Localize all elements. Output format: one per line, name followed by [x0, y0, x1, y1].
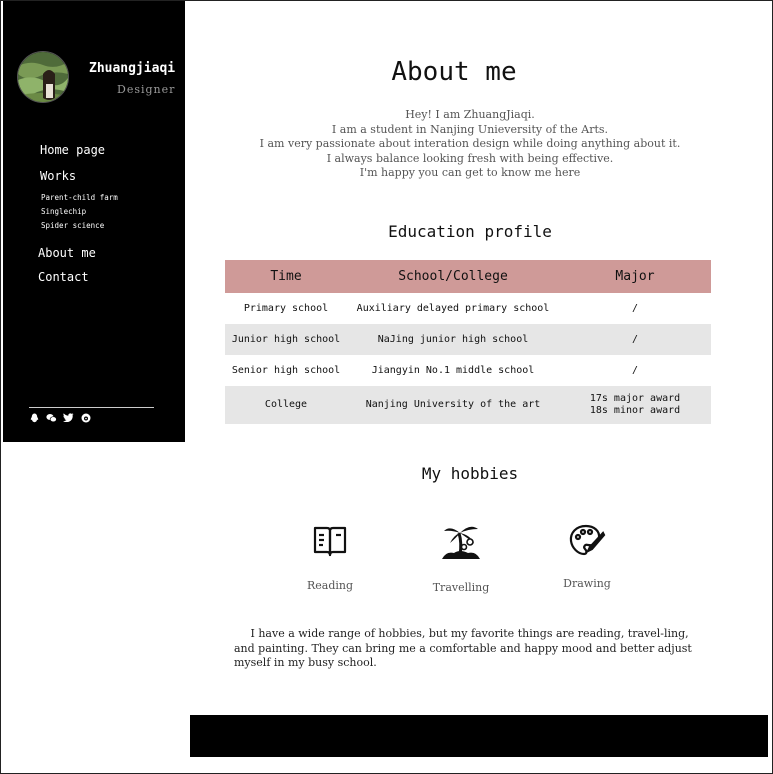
social-links [29, 412, 91, 423]
table-row: Junior high school NaJing junior high sc… [225, 324, 711, 355]
table-cell: Senior high school [231, 364, 341, 376]
header-time: Time [225, 260, 347, 293]
table-cell: Jiangyin No.1 middle school [371, 364, 535, 376]
table-header-row: Time School/College Major [225, 260, 711, 293]
table-cell: NaJing junior high school [347, 324, 559, 355]
table-cell: College [225, 386, 347, 424]
hobby-travelling: Travelling [411, 521, 511, 594]
hobbies-title: My hobbies [421, 464, 519, 483]
nav-works-item[interactable]: Parent-child farm [41, 193, 118, 202]
weibo-icon[interactable] [80, 412, 91, 423]
award-line: 18s minor award [589, 405, 681, 416]
nav-about-me[interactable]: About me [38, 246, 96, 260]
book-icon [280, 523, 380, 563]
table-cell: Junior high school [225, 324, 347, 355]
table-cell: Primary school [243, 302, 329, 314]
hobby-label: Reading [306, 579, 354, 592]
hobby-reading: Reading [280, 523, 380, 592]
hobby-drawing: Drawing [537, 523, 637, 590]
intro-line: I'm happy you can get to know me here [359, 166, 581, 179]
hobbies-description: I have a wide range of hobbies, but my f… [234, 627, 692, 669]
intro-line: I am a student in Nanjing Unieversity of… [331, 122, 609, 136]
twitter-icon[interactable] [63, 412, 74, 423]
table-cell: / [631, 364, 639, 376]
award-line: 17s major award [589, 393, 681, 404]
education-title: Education profile [388, 222, 552, 241]
nav-contact[interactable]: Contact [38, 270, 89, 284]
intro-line: Hey! I am ZhuangJiaqi. [405, 108, 535, 121]
hobby-label: Travelling [432, 581, 490, 594]
table-row: Primary school Auxiliary delayed primary… [225, 293, 711, 324]
header-major: Major [559, 260, 711, 293]
page-title: About me [0, 57, 773, 87]
sidebar-divider [29, 407, 154, 408]
nav-works[interactable]: Works [40, 169, 76, 183]
wechat-icon[interactable] [46, 412, 57, 423]
table-cell: 17s major award 18s minor award [559, 386, 711, 424]
table-cell: / [559, 324, 711, 355]
footer-bar [190, 715, 768, 757]
hobby-label: Drawing [563, 577, 611, 590]
intro-line: I always balance looking fresh with bein… [326, 151, 614, 165]
table-cell: Nanjing University of the art [347, 386, 559, 424]
nav-works-item[interactable]: Spider science [41, 221, 104, 230]
palm-tree-icon [411, 521, 511, 565]
header-school: School/College [347, 260, 559, 293]
table-cell: Auxiliary delayed primary school [356, 302, 550, 314]
page-title-text: About me [391, 57, 517, 87]
intro-line: I am very passionate about interation de… [259, 137, 681, 150]
nav-works-item[interactable]: Singlechip [41, 207, 86, 216]
education-table: Time School/College Major Primary school… [225, 260, 711, 424]
table-cell: / [631, 302, 639, 314]
qq-icon[interactable] [29, 412, 40, 423]
nav-home-page[interactable]: Home page [40, 143, 105, 157]
intro-text: Hey! I am ZhuangJiaqi. I am a student in… [225, 108, 715, 181]
table-row: Senior high school Jiangyin No.1 middle … [225, 355, 711, 386]
palette-icon [537, 523, 637, 563]
table-row: College Nanjing University of the art 17… [225, 386, 711, 424]
